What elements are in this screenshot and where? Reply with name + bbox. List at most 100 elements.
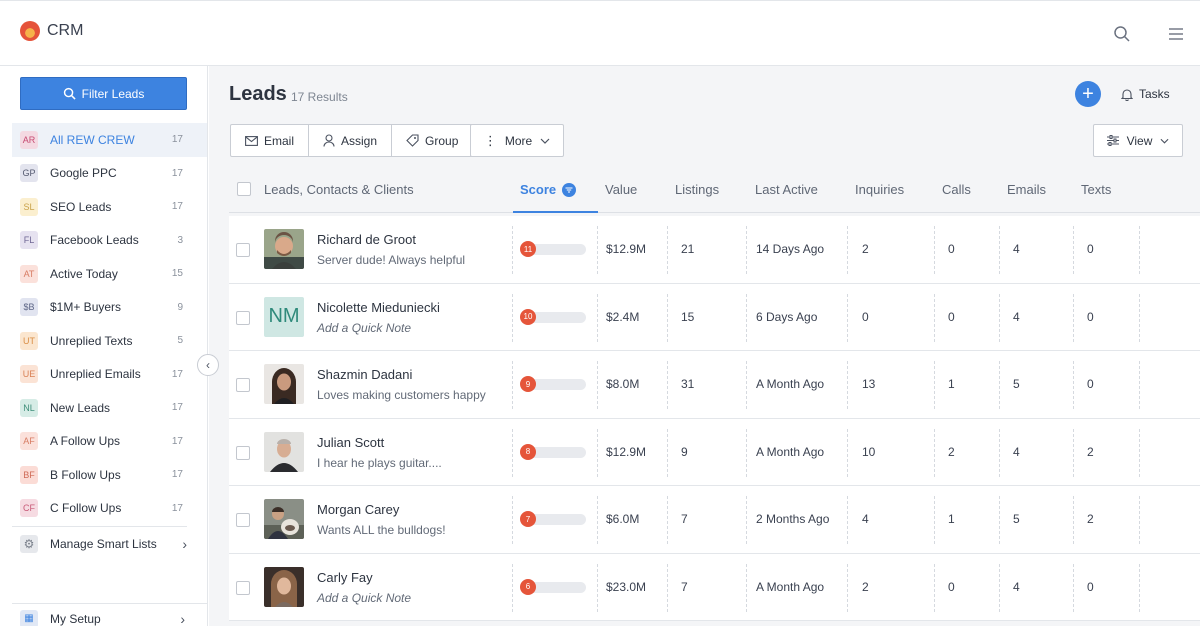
sidebar-item-label: New Leads bbox=[50, 400, 111, 415]
row-checkbox[interactable] bbox=[236, 580, 250, 595]
listings-cell: 21 bbox=[681, 242, 695, 256]
sidebar-item-seo-leads[interactable]: SL SEO Leads 17 bbox=[12, 190, 207, 224]
filter-leads-button[interactable]: Filter Leads bbox=[20, 77, 187, 110]
add-lead-button[interactable]: + bbox=[1075, 81, 1101, 107]
sidebar-item-count: 15 bbox=[171, 268, 183, 280]
email-button[interactable]: Email bbox=[231, 125, 310, 156]
flame-logo-icon[interactable] bbox=[20, 21, 40, 41]
value-cell: $2.4M bbox=[606, 309, 640, 324]
value-cell: $12.9M bbox=[606, 242, 647, 256]
listings-cell: 7 bbox=[681, 579, 688, 594]
sidebar-item-facebook-leads[interactable]: FL Facebook Leads 3 bbox=[12, 224, 207, 258]
lead-name[interactable]: Nicolette Mieduniecki bbox=[317, 300, 440, 315]
select-all-checkbox[interactable] bbox=[237, 182, 251, 196]
column-listings[interactable]: Listings bbox=[675, 182, 719, 197]
my-setup-label: My Setup bbox=[50, 611, 101, 626]
sidebar-item-all-rew-crew[interactable]: AR All REW CREW 17 bbox=[12, 123, 207, 157]
lead-note[interactable]: Wants ALL the bulldogs! bbox=[317, 523, 446, 537]
row-checkbox[interactable] bbox=[236, 445, 250, 460]
sidebar-item-unreplied-texts[interactable]: UT Unreplied Texts 5 bbox=[12, 324, 207, 358]
more-button[interactable]: ⋮ More bbox=[470, 124, 564, 157]
sidebar-item-a-follow-ups[interactable]: AF A Follow Ups 17 bbox=[12, 425, 207, 459]
hamburger-menu-icon[interactable] bbox=[1168, 27, 1184, 41]
column-score[interactable]: Score bbox=[520, 182, 577, 197]
filter-icon[interactable] bbox=[562, 182, 577, 197]
row-checkbox[interactable] bbox=[236, 513, 250, 527]
sidebar-item-count: 17 bbox=[171, 435, 183, 447]
lead-name[interactable]: Morgan Carey bbox=[317, 502, 399, 517]
value-cell: $6.0M bbox=[606, 512, 640, 526]
row-checkbox[interactable] bbox=[236, 243, 250, 257]
sidebar-item-google-ppc[interactable]: GP Google PPC 17 bbox=[12, 157, 207, 191]
table-row[interactable]: Shazmin Dadani Loves making customers ha… bbox=[229, 351, 1200, 419]
avatar[interactable] bbox=[264, 229, 304, 269]
score-value: 7 bbox=[520, 511, 536, 527]
table-row[interactable]: Morgan Carey Wants ALL the bulldogs! 7 $… bbox=[229, 486, 1200, 554]
lead-note[interactable]: Loves making customers happy bbox=[317, 388, 486, 402]
collapse-sidebar-button[interactable]: ‹ bbox=[197, 354, 219, 376]
avatar[interactable] bbox=[264, 566, 304, 607]
sliders-icon bbox=[1106, 135, 1119, 146]
chevron-down-icon bbox=[1160, 138, 1169, 144]
table-row[interactable]: Richard de Groot Server dude! Always hel… bbox=[229, 216, 1200, 284]
table-row[interactable]: Julian Scott I hear he plays guitar.... … bbox=[229, 418, 1200, 486]
view-button[interactable]: View bbox=[1093, 124, 1183, 157]
manage-smart-lists-link[interactable]: ⚙ Manage Smart Lists › bbox=[12, 526, 187, 560]
tasks-label: Tasks bbox=[1139, 87, 1170, 101]
sidebar-item-label: C Follow Ups bbox=[50, 501, 122, 516]
sidebar-item-new-leads[interactable]: NL New Leads 17 bbox=[12, 391, 207, 425]
sidebar-item-label: Facebook Leads bbox=[50, 233, 139, 248]
quick-note-link[interactable]: Add a Quick Note bbox=[317, 591, 411, 605]
texts-cell: 0 bbox=[1087, 309, 1094, 324]
table-row[interactable]: Carly Fay Add a Quick Note 6 $23.0M 7 A … bbox=[229, 553, 1200, 621]
tasks-button[interactable]: Tasks bbox=[1121, 87, 1170, 101]
last-active-cell: 6 Days Ago bbox=[756, 309, 818, 324]
avatar[interactable]: NM bbox=[264, 296, 304, 337]
lead-name[interactable]: Carly Fay bbox=[317, 570, 373, 585]
sidebar-item-1m-buyers[interactable]: $B $1M+ Buyers 9 bbox=[12, 291, 207, 325]
lead-note[interactable]: Server dude! Always helpful bbox=[317, 253, 465, 267]
column-inquiries[interactable]: Inquiries bbox=[855, 182, 904, 197]
emails-cell: 5 bbox=[1013, 377, 1020, 391]
column-value[interactable]: Value bbox=[605, 182, 637, 197]
quick-note-link[interactable]: Add a Quick Note bbox=[317, 321, 411, 335]
search-icon[interactable] bbox=[1113, 25, 1131, 43]
sidebar-item-unreplied-emails[interactable]: UE Unreplied Emails 17 bbox=[12, 358, 207, 392]
column-emails[interactable]: Emails bbox=[1007, 182, 1046, 197]
sidebar-item-c-follow-ups[interactable]: CF C Follow Ups 17 bbox=[12, 492, 207, 526]
inquiries-cell: 4 bbox=[862, 512, 869, 526]
avatar[interactable] bbox=[264, 499, 304, 539]
inquiries-cell: 2 bbox=[862, 579, 869, 594]
sidebar-item-count: 9 bbox=[177, 301, 183, 313]
value-cell: $12.9M bbox=[606, 444, 647, 459]
avatar[interactable] bbox=[264, 431, 304, 472]
score-sort-indicator bbox=[513, 211, 598, 213]
row-checkbox[interactable] bbox=[236, 378, 250, 392]
group-label: Group bbox=[425, 133, 459, 148]
column-last-active[interactable]: Last Active bbox=[755, 182, 818, 197]
group-button[interactable]: Group bbox=[392, 125, 472, 156]
column-texts[interactable]: Texts bbox=[1081, 182, 1111, 197]
sidebar-item-count: 17 bbox=[171, 201, 183, 213]
table-row[interactable]: NM Nicolette Mieduniecki Add a Quick Not… bbox=[229, 283, 1200, 351]
column-leads[interactable]: Leads, Contacts & Clients bbox=[264, 182, 414, 197]
calls-cell: 2 bbox=[948, 444, 955, 459]
lead-name[interactable]: Julian Scott bbox=[317, 435, 384, 450]
assign-button[interactable]: Assign bbox=[309, 125, 393, 156]
smart-lists: AR All REW CREW 17 GP Google PPC 17 SL S… bbox=[12, 123, 207, 525]
lead-name[interactable]: Shazmin Dadani bbox=[317, 367, 412, 382]
column-calls[interactable]: Calls bbox=[942, 182, 971, 197]
chevron-left-icon: ‹ bbox=[206, 358, 210, 372]
lead-note[interactable]: I hear he plays guitar.... bbox=[317, 456, 442, 470]
lead-name[interactable]: Richard de Groot bbox=[317, 232, 416, 247]
last-active-cell: A Month Ago bbox=[756, 377, 825, 391]
avatar[interactable] bbox=[264, 364, 304, 404]
app-title[interactable]: CRM bbox=[47, 22, 83, 40]
chevron-right-icon: › bbox=[180, 610, 185, 626]
sidebar-item-b-follow-ups[interactable]: BF B Follow Ups 17 bbox=[12, 458, 207, 492]
sidebar-item-active-today[interactable]: AT Active Today 15 bbox=[12, 257, 207, 291]
calls-cell: 0 bbox=[948, 579, 955, 594]
my-setup-link[interactable]: ▦ My Setup › bbox=[12, 603, 207, 626]
row-checkbox[interactable] bbox=[236, 310, 250, 325]
list-badge: AF bbox=[20, 432, 38, 451]
